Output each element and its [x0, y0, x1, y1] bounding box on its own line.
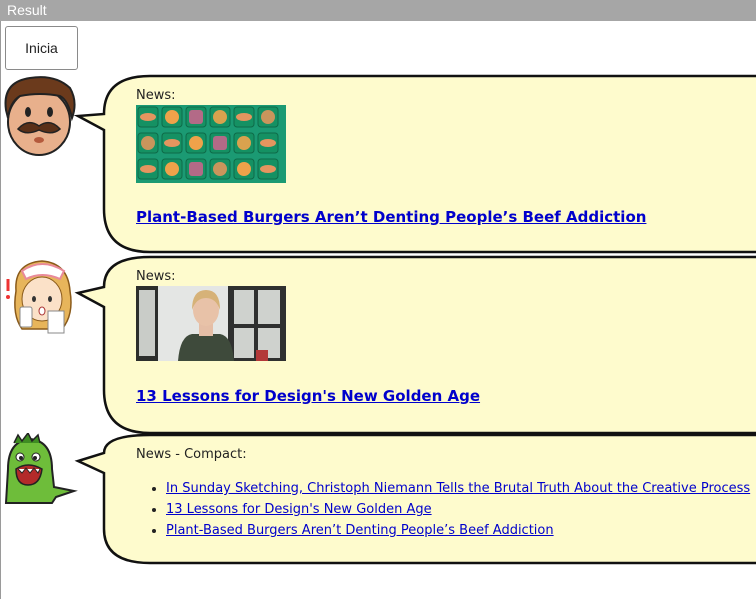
- list-item: 13 Lessons for Design's New Golden Age: [166, 501, 750, 518]
- result-title: Result: [7, 2, 47, 18]
- news-thumbnail-image[interactable]: [136, 105, 286, 183]
- news-label: News:: [136, 269, 176, 284]
- news-label: News:: [136, 88, 176, 103]
- news-link[interactable]: In Sunday Sketching, Christoph Niemann T…: [166, 481, 750, 496]
- news-link[interactable]: 13 Lessons for Design's New Golden Age: [166, 502, 432, 517]
- start-button[interactable]: Inicia: [5, 26, 78, 70]
- result-header: Result: [0, 0, 756, 21]
- nurse-avatar-icon: [6, 260, 72, 334]
- green-monster-avatar-icon: [4, 433, 78, 504]
- message-row-2: News: 13 Lessons for Design's New Golden…: [0, 255, 756, 437]
- list-item: Plant-Based Burgers Aren’t Denting Peopl…: [166, 522, 750, 539]
- message-row-3: News - Compact: In Sunday Sketching, Chr…: [0, 433, 756, 568]
- list-item: In Sunday Sketching, Christoph Niemann T…: [166, 480, 750, 497]
- news-title-link[interactable]: 13 Lessons for Design's New Golden Age: [136, 387, 480, 405]
- news-title-link[interactable]: Plant-Based Burgers Aren’t Denting Peopl…: [136, 208, 646, 226]
- mustache-man-avatar-icon: [4, 76, 76, 156]
- news-thumbnail-image[interactable]: [136, 286, 286, 361]
- compact-news-list: In Sunday Sketching, Christoph Niemann T…: [136, 480, 750, 539]
- message-row-1: News: Plant-Based Burgers Aren’t Denting…: [0, 74, 756, 256]
- news-link[interactable]: Plant-Based Burgers Aren’t Denting Peopl…: [166, 523, 554, 538]
- news-compact-label: News - Compact:: [136, 447, 247, 462]
